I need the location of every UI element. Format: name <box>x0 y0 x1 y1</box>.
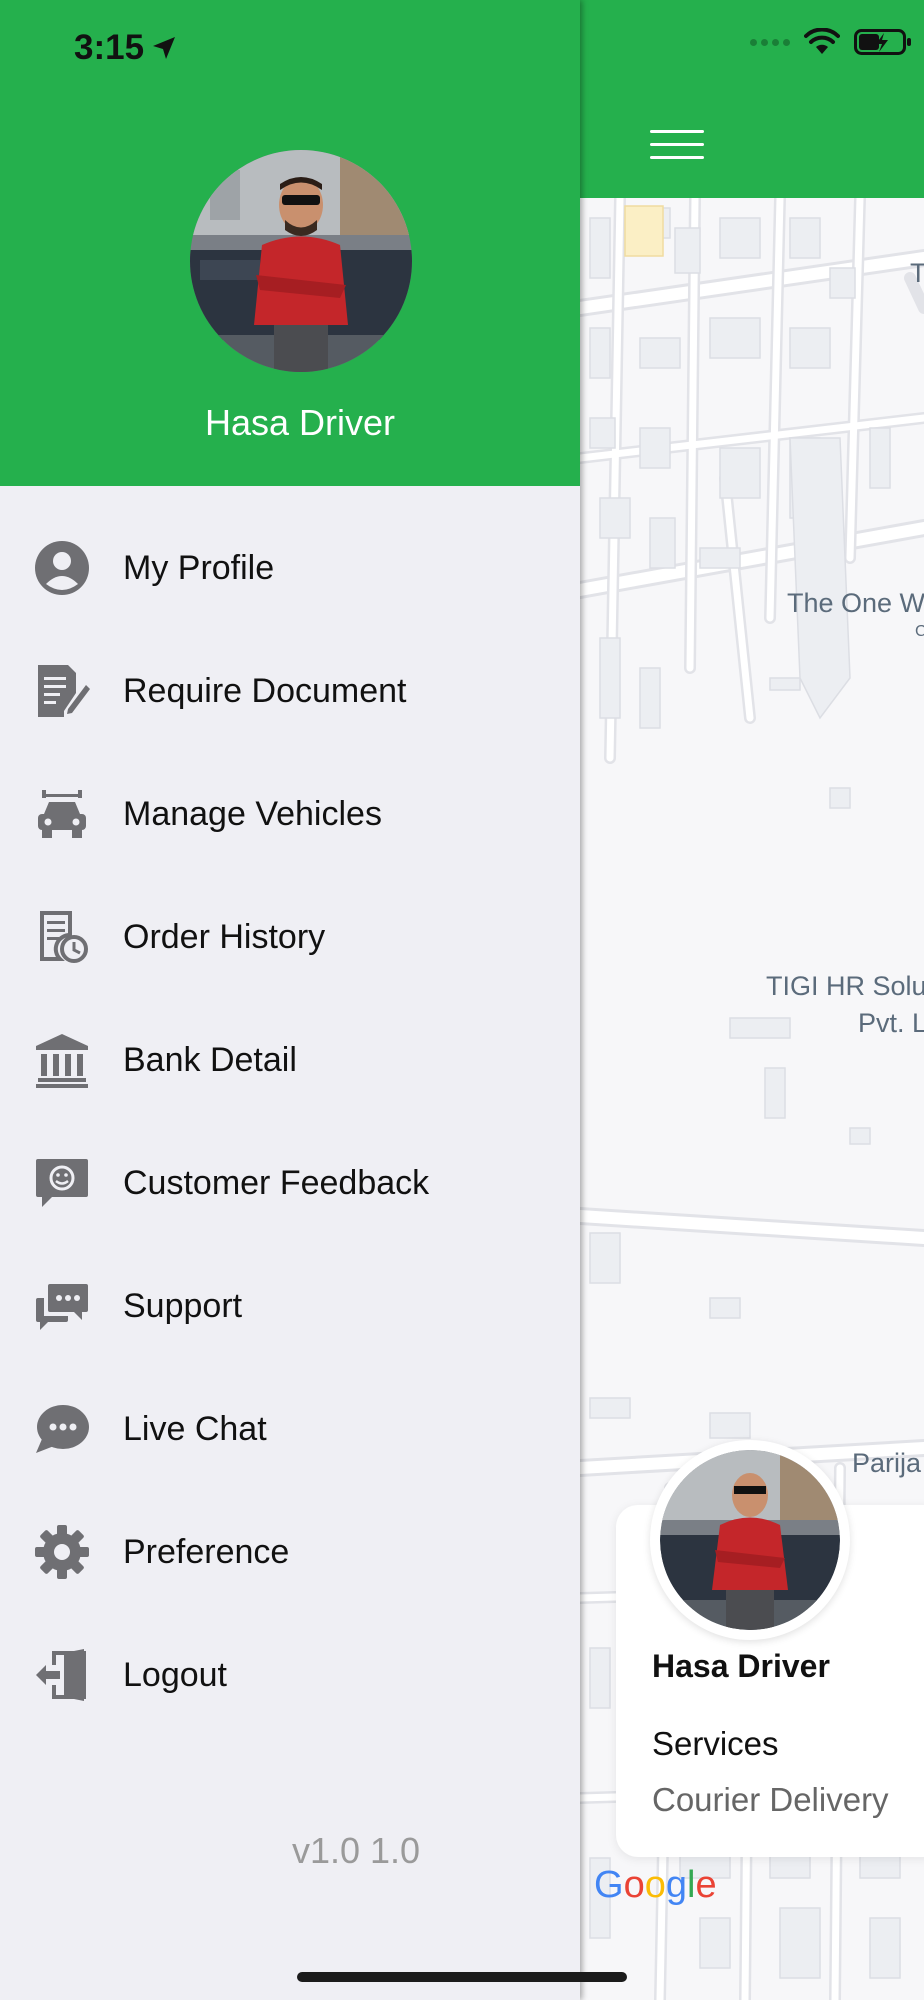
menu-label: Preference <box>123 1532 290 1571</box>
chat-dots-icon <box>34 1278 90 1334</box>
wifi-icon <box>804 28 840 54</box>
driver-avatar <box>650 1440 850 1640</box>
menu-label: Support <box>123 1286 243 1325</box>
menu-label: Require Document <box>123 671 407 710</box>
status-indicators <box>750 28 912 56</box>
menu-label: Live Chat <box>123 1409 267 1448</box>
menu-label: Manage Vehicles <box>123 794 382 833</box>
navigation-drawer: 3:15 Hasa Driver My Profile Require Docu… <box>0 0 580 2000</box>
menu-item-live-chat[interactable]: Live Chat <box>0 1381 580 1477</box>
map-screen: T The One W C TIGI HR Solu Pvt. L Parija <box>580 0 924 2000</box>
menu-item-preference[interactable]: Preference <box>0 1504 580 1600</box>
services-value: Courier Delivery <box>652 1781 889 1818</box>
map-label-place-1-sub: C <box>915 623 924 640</box>
menu-label: Customer Feedback <box>123 1163 430 1202</box>
gear-icon <box>34 1524 90 1580</box>
cellular-signal-icon <box>750 38 790 46</box>
menu-label: My Profile <box>123 548 275 587</box>
hamburger-menu-button[interactable] <box>650 128 704 162</box>
time-text: 3:15 <box>74 28 145 67</box>
app-screen: T The One W C TIGI HR Solu Pvt. L Parija <box>0 0 924 2000</box>
menu-item-my-profile[interactable]: My Profile <box>0 520 580 616</box>
battery-charging-icon <box>854 29 911 55</box>
status-time: 3:15 <box>74 28 178 68</box>
services-title: Services <box>652 1725 779 1762</box>
home-indicator[interactable] <box>297 1972 627 1982</box>
map-label-place-2-line1: TIGI HR Solu <box>766 971 924 1001</box>
app-bar <box>580 0 924 198</box>
car-icon <box>34 786 90 842</box>
menu-item-require-document[interactable]: Require Document <box>0 643 580 739</box>
menu-item-support[interactable]: Support <box>0 1258 580 1354</box>
document-edit-icon <box>34 663 90 719</box>
menu-label: Bank Detail <box>123 1040 297 1079</box>
driver-photo <box>660 1450 840 1630</box>
profile-photo <box>190 150 412 372</box>
drawer-header: 3:15 Hasa Driver <box>0 0 580 486</box>
logout-icon <box>34 1647 90 1703</box>
driver-name: Hasa Driver <box>652 1648 830 1684</box>
menu-item-manage-vehicles[interactable]: Manage Vehicles <box>0 766 580 862</box>
receipt-clock-icon <box>34 909 90 965</box>
menu-item-logout[interactable]: Logout <box>0 1627 580 1723</box>
menu-label: Order History <box>123 917 326 956</box>
menu-label: Logout <box>123 1655 227 1694</box>
menu-item-order-history[interactable]: Order History <box>0 889 580 985</box>
menu-item-bank-detail[interactable]: Bank Detail <box>0 1012 580 1108</box>
drawer-user-name: Hasa Driver <box>204 402 396 443</box>
feedback-smile-icon <box>34 1155 90 1211</box>
bank-icon <box>34 1032 90 1088</box>
chat-bubble-icon <box>34 1401 90 1457</box>
profile-avatar[interactable] <box>190 150 412 372</box>
menu-item-customer-feedback[interactable]: Customer Feedback <box>0 1135 580 1231</box>
location-arrow-icon <box>153 37 176 59</box>
map-label-place-1: The One W <box>787 588 924 618</box>
app-version: v1.0 1.0 <box>291 1830 421 1871</box>
person-icon <box>34 540 90 596</box>
map-label-place-2-line2: Pvt. L <box>858 1008 924 1038</box>
map-label-top: T <box>910 258 924 288</box>
map-label-place-3: Parija <box>852 1448 922 1478</box>
